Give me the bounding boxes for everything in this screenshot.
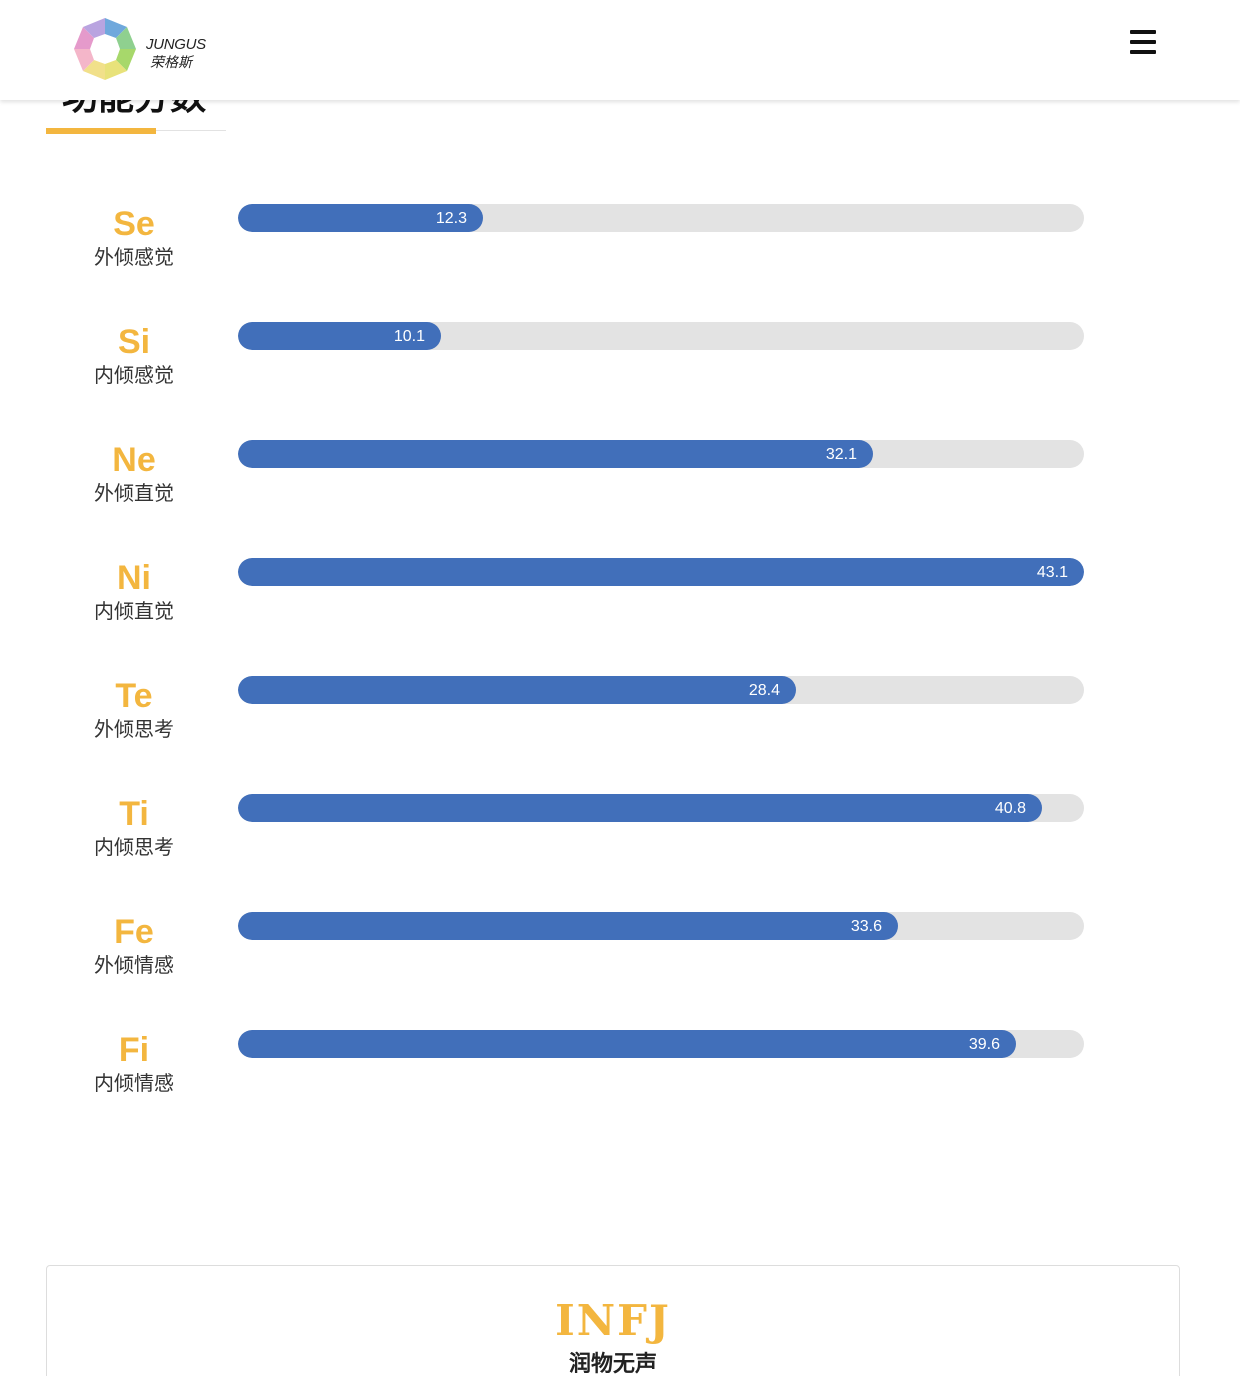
score-value: 10.1 xyxy=(393,328,425,345)
function-code: Si xyxy=(117,323,151,361)
function-row-fi: Fi 内倾情感 39.6 xyxy=(0,1030,1240,1130)
logo-octagon-icon xyxy=(74,18,136,80)
score-bar-fill: 12.3 xyxy=(238,204,483,232)
score-bar-fill: 39.6 xyxy=(238,1030,1016,1058)
score-value: 12.3 xyxy=(435,210,467,227)
site-logo[interactable]: JUNGUS 荣格斯 xyxy=(72,16,222,84)
function-code: Te xyxy=(115,677,153,715)
score-value: 33.6 xyxy=(850,918,882,935)
function-name: 内倾感觉 xyxy=(94,363,174,387)
score-bar-fill: 28.4 xyxy=(238,676,796,704)
personality-type-code: INFJ xyxy=(555,1296,671,1345)
function-code: Fi xyxy=(118,1031,150,1069)
score-bar-track: 40.8 xyxy=(238,794,1084,822)
logo-text-cn: 荣格斯 xyxy=(150,55,192,71)
function-row-te: Te 外倾思考 28.4 xyxy=(0,676,1240,776)
score-bar-track: 33.6 xyxy=(238,912,1084,940)
title-accent-underline xyxy=(46,128,156,134)
score-bar-track: 32.1 xyxy=(238,440,1084,468)
function-row-se: Se 外倾感觉 12.3 xyxy=(0,204,1240,304)
function-code: Fe xyxy=(114,913,154,951)
function-name: 内倾直觉 xyxy=(94,599,174,623)
score-bar-fill: 33.6 xyxy=(238,912,898,940)
hamburger-menu-icon[interactable] xyxy=(1130,30,1156,54)
function-code: Ti xyxy=(119,795,149,833)
score-bar-track: 43.1 xyxy=(238,558,1084,586)
score-value: 40.8 xyxy=(994,800,1026,817)
score-value: 28.4 xyxy=(748,682,780,699)
function-row-ni: Ni 内倾直觉 43.1 xyxy=(0,558,1240,658)
score-bar-track: 39.6 xyxy=(238,1030,1084,1058)
function-name: 内倾思考 xyxy=(94,835,174,859)
site-header: JUNGUS 荣格斯 xyxy=(0,0,1240,100)
score-bar-fill: 32.1 xyxy=(238,440,873,468)
score-value: 32.1 xyxy=(825,446,857,463)
score-value: 43.1 xyxy=(1036,564,1068,581)
function-code: Ni xyxy=(117,559,151,597)
score-bar-fill: 40.8 xyxy=(238,794,1042,822)
score-bar-track: 28.4 xyxy=(238,676,1084,704)
score-bar-fill: 10.1 xyxy=(238,322,441,350)
page: JUNGUS 荣格斯 功能分数 Se外倾感觉12.3Si内倾感觉10.1Ne外倾… xyxy=(0,0,1240,1376)
personality-type-nickname: 润物无声 xyxy=(568,1352,657,1376)
function-row-ti: Ti 内倾思考 40.8 xyxy=(0,794,1240,894)
logo-text-en: JUNGUS xyxy=(146,36,206,53)
function-name: 外倾感觉 xyxy=(94,245,174,269)
score-bar-track: 10.1 xyxy=(238,322,1084,350)
function-name: 内倾情感 xyxy=(94,1071,174,1095)
function-code: Ne xyxy=(112,441,156,479)
function-name: 外倾情感 xyxy=(94,953,174,977)
function-code: Se xyxy=(113,205,155,243)
score-bar-fill: 43.1 xyxy=(238,558,1084,586)
score-bar-track: 12.3 xyxy=(238,204,1084,232)
function-name: 外倾直觉 xyxy=(94,481,174,505)
function-row-ne: Ne 外倾直觉 32.1 xyxy=(0,440,1240,540)
function-row-fe: Fe 外倾情感 33.6 xyxy=(0,912,1240,1012)
personality-type-card: INFJ 润物无声 xyxy=(46,1265,1180,1376)
score-value: 39.6 xyxy=(968,1036,1000,1053)
function-row-si: Si 内倾感觉 10.1 xyxy=(0,322,1240,422)
function-name: 外倾思考 xyxy=(94,717,174,741)
